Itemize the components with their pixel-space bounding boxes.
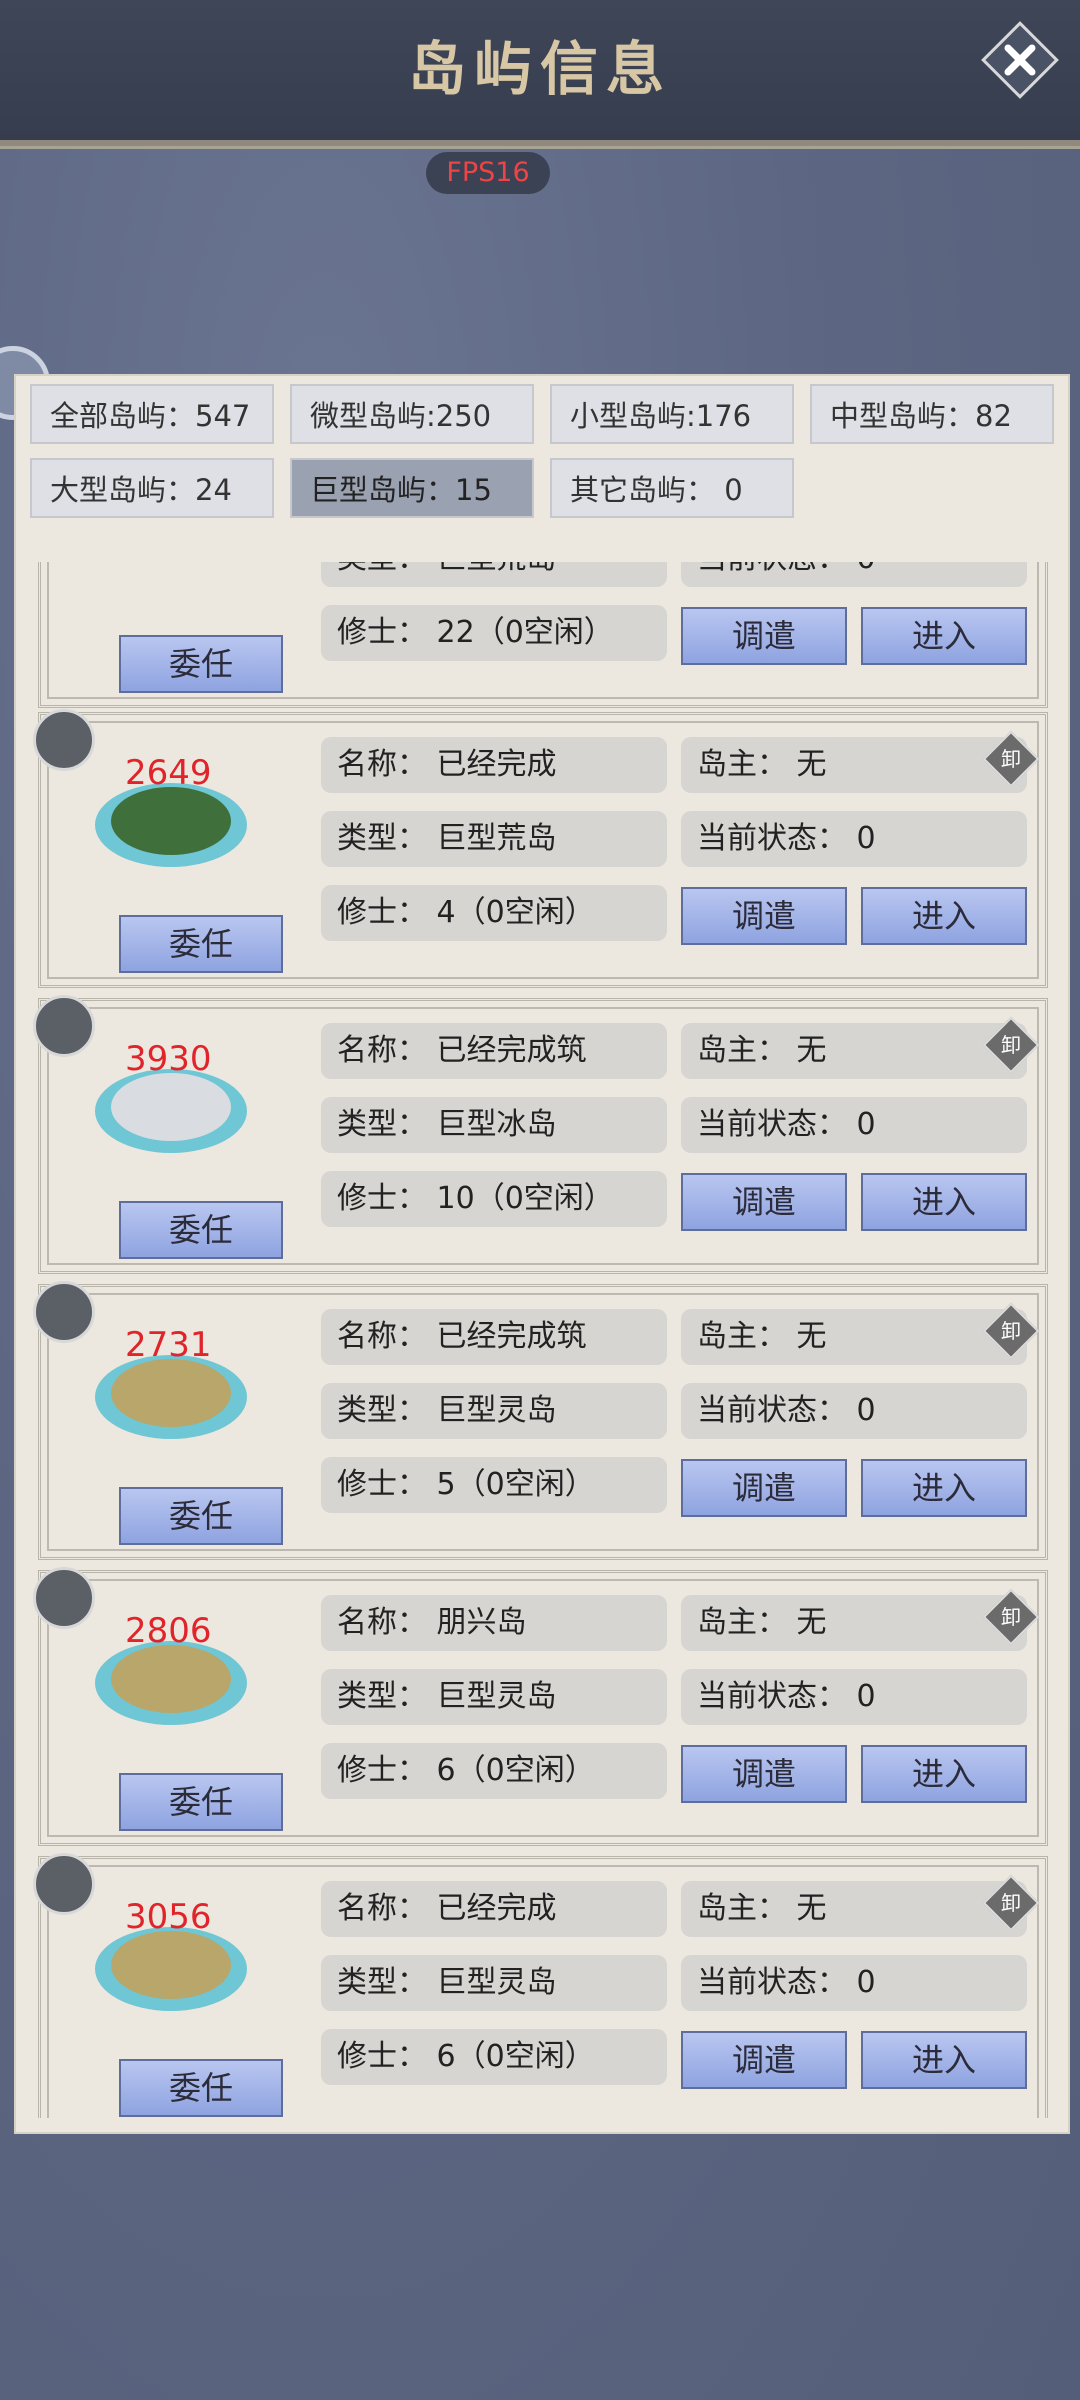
flag-icon[interactable] bbox=[33, 709, 95, 771]
island-panel: 全部岛屿：547 微型岛屿:250 小型岛屿:176 中型岛屿：82 大型岛屿：… bbox=[14, 374, 1070, 2134]
cultivators-field: 修士： 4（0空闲） bbox=[321, 885, 667, 941]
name-field: 名称： 已经完成筑 bbox=[321, 1023, 667, 1079]
filter-micro[interactable]: 微型岛屿:250 bbox=[290, 384, 534, 444]
page-title: 岛屿信息 bbox=[407, 35, 672, 103]
cultivators-field: 修士： 6（0空闲） bbox=[321, 2029, 667, 2085]
name-field: 名称： 朋兴岛 bbox=[321, 1595, 667, 1651]
enter-button[interactable]: 进入 bbox=[861, 2031, 1027, 2089]
type-field: 类型： 巨型灵岛 bbox=[321, 1383, 667, 1439]
island-number: 2731 bbox=[125, 1325, 212, 1365]
appoint-button[interactable]: 委任 bbox=[119, 915, 283, 973]
owner-field: 岛主： 无 bbox=[681, 1023, 1027, 1079]
island-number: 2649 bbox=[125, 753, 212, 793]
island-card: 3056 名称： 已经完成 岛主： 无 卸 类型： 巨型灵岛 当前状态： 0 委… bbox=[33, 1853, 1048, 2118]
enter-button[interactable]: 进入 bbox=[861, 887, 1027, 945]
appoint-button[interactable]: 委任 bbox=[119, 1487, 283, 1545]
filter-all[interactable]: 全部岛屿：547 bbox=[30, 384, 274, 444]
island-number: 3930 bbox=[125, 1039, 212, 1079]
state-field: 当前状态： 0 bbox=[681, 1955, 1027, 2011]
island-card: 2731 名称： 已经完成筑 岛主： 无 卸 类型： 巨型灵岛 当前状态： 0 … bbox=[33, 1281, 1048, 1560]
name-field: 名称： 已经完成 bbox=[321, 1881, 667, 1937]
type-field: 类型： 巨型冰岛 bbox=[321, 1097, 667, 1153]
type-field: 类型： 巨型荒岛 bbox=[321, 562, 667, 587]
flag-icon[interactable] bbox=[33, 1281, 95, 1343]
dispatch-button[interactable]: 调遣 bbox=[681, 2031, 847, 2089]
filter-huge[interactable]: 巨型岛屿：15 bbox=[290, 458, 534, 518]
name-field: 名称： 已经完成 bbox=[321, 737, 667, 793]
dispatch-button[interactable]: 调遣 bbox=[681, 1745, 847, 1803]
header-bar: 岛屿信息 bbox=[0, 0, 1080, 146]
flag-icon[interactable] bbox=[33, 995, 95, 1057]
appoint-button[interactable]: 委任 bbox=[119, 1773, 283, 1831]
flag-icon[interactable] bbox=[33, 1567, 95, 1629]
filter-other[interactable]: 其它岛屿： 0 bbox=[550, 458, 794, 518]
cultivators-field: 修士： 10（0空闲） bbox=[321, 1171, 667, 1227]
owner-field: 岛主： 无 bbox=[681, 1309, 1027, 1365]
filter-medium[interactable]: 中型岛屿：82 bbox=[810, 384, 1054, 444]
dispatch-button[interactable]: 调遣 bbox=[681, 887, 847, 945]
type-field: 类型： 巨型灵岛 bbox=[321, 1955, 667, 2011]
dispatch-button[interactable]: 调遣 bbox=[681, 1173, 847, 1231]
state-field: 当前状态： 0 bbox=[681, 1669, 1027, 1725]
island-card: 2806 名称： 朋兴岛 岛主： 无 卸 类型： 巨型灵岛 当前状态： 0 委任… bbox=[33, 1567, 1048, 1846]
enter-button[interactable]: 进入 bbox=[861, 1459, 1027, 1517]
island-card: 2649 名称： 已经完成 岛主： 无 卸 类型： 巨型荒岛 当前状态： 0 委… bbox=[33, 709, 1048, 988]
type-field: 类型： 巨型灵岛 bbox=[321, 1669, 667, 1725]
state-field: 当前状态： 0 bbox=[681, 1097, 1027, 1153]
type-field: 类型： 巨型荒岛 bbox=[321, 811, 667, 867]
enter-button[interactable]: 进入 bbox=[861, 1745, 1027, 1803]
owner-field: 岛主： 无 bbox=[681, 1881, 1027, 1937]
appoint-button[interactable]: 委任 bbox=[119, 2059, 283, 2117]
island-list[interactable]: 类型： 巨型荒岛 当前状态： 0 委任 修士： 22（0空闲） 调遣 进入 26… bbox=[16, 562, 1068, 2118]
enter-button[interactable]: 进入 bbox=[861, 607, 1027, 665]
state-field: 当前状态： 0 bbox=[681, 811, 1027, 867]
owner-field: 岛主： 无 bbox=[681, 737, 1027, 793]
filter-small[interactable]: 小型岛屿:176 bbox=[550, 384, 794, 444]
dispatch-button[interactable]: 调遣 bbox=[681, 1459, 847, 1517]
close-icon[interactable] bbox=[980, 20, 1060, 100]
cultivators-field: 修士： 6（0空闲） bbox=[321, 1743, 667, 1799]
island-number: 3056 bbox=[125, 1897, 212, 1937]
cultivators-field: 修士： 22（0空闲） bbox=[321, 605, 667, 661]
island-card: 类型： 巨型荒岛 当前状态： 0 委任 修士： 22（0空闲） 调遣 进入 bbox=[38, 562, 1048, 708]
cultivators-field: 修士： 5（0空闲） bbox=[321, 1457, 667, 1513]
header-divider bbox=[0, 146, 1080, 149]
island-card: 3930 名称： 已经完成筑 岛主： 无 卸 类型： 巨型冰岛 当前状态： 0 … bbox=[33, 995, 1048, 1274]
state-field: 当前状态： 0 bbox=[681, 1383, 1027, 1439]
island-number: 2806 bbox=[125, 1611, 212, 1651]
flag-icon[interactable] bbox=[33, 1853, 95, 1915]
state-field: 当前状态： 0 bbox=[681, 562, 1027, 587]
owner-field: 岛主： 无 bbox=[681, 1595, 1027, 1651]
appoint-button[interactable]: 委任 bbox=[119, 635, 283, 693]
fps-counter: FPS16 bbox=[426, 152, 550, 194]
enter-button[interactable]: 进入 bbox=[861, 1173, 1027, 1231]
filter-large[interactable]: 大型岛屿：24 bbox=[30, 458, 274, 518]
appoint-button[interactable]: 委任 bbox=[119, 1201, 283, 1259]
dispatch-button[interactable]: 调遣 bbox=[681, 607, 847, 665]
name-field: 名称： 已经完成筑 bbox=[321, 1309, 667, 1365]
